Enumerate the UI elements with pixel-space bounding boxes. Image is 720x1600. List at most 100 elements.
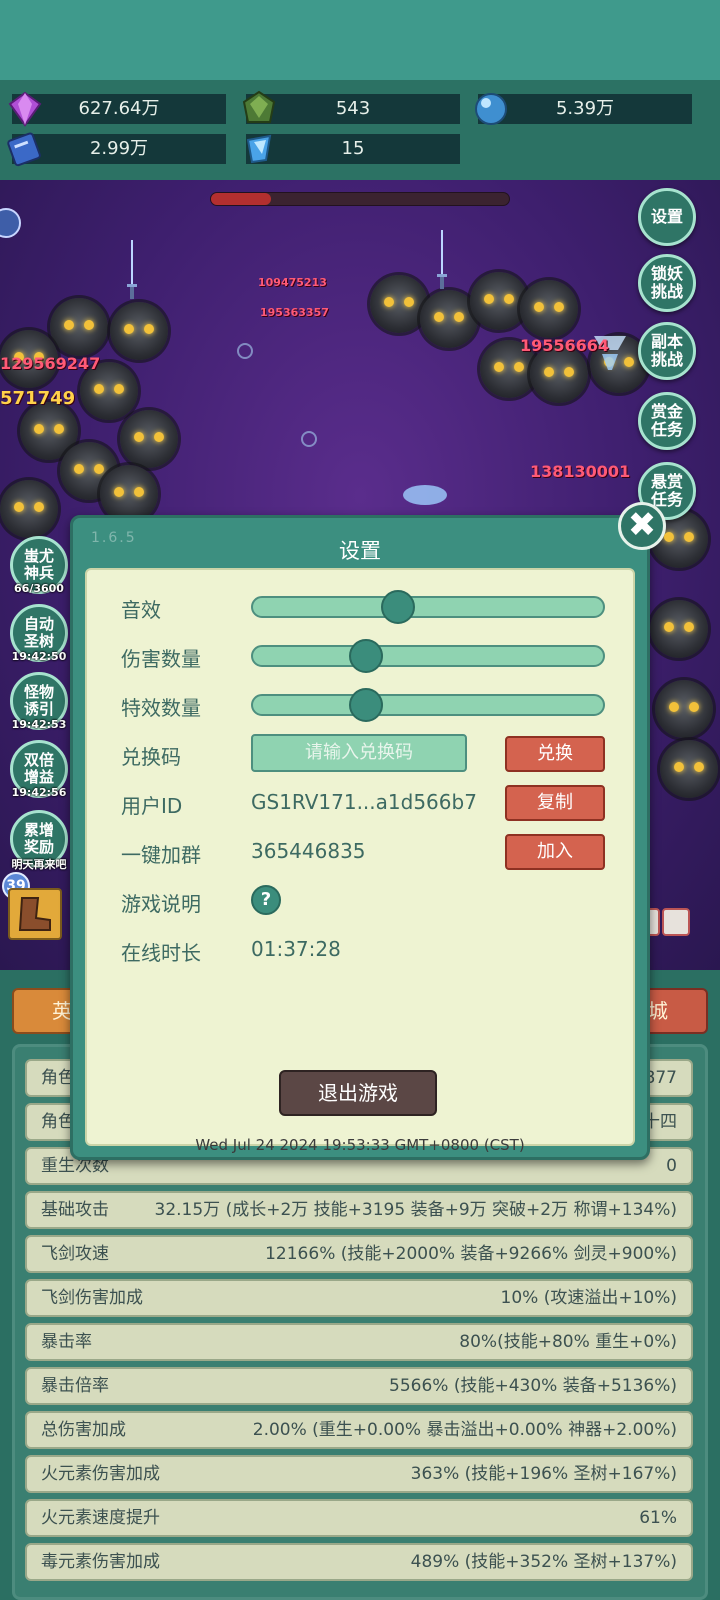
resource-book-value: 2.99万 bbox=[89, 138, 149, 159]
enemy[interactable] bbox=[370, 275, 428, 333]
demon-lock-challenge-label: 锁妖挑战 bbox=[651, 264, 684, 301]
resource-orb: 5.39万 bbox=[475, 93, 692, 125]
redeem-button[interactable]: 兑换 bbox=[505, 736, 605, 772]
stat-row: 飞剑攻速 12166% (技能+2000% 装备+9266% 剑灵+900%) bbox=[25, 1235, 693, 1273]
stat-row: 总伤害加成 2.00% (重生+0.00% 暴击溢出+0.00% 神器+2.00%… bbox=[25, 1411, 693, 1449]
double-buff-timer: 19:42:56 bbox=[11, 786, 67, 799]
stat-value: 32.15万 (成长+2万 技能+3195 装备+9万 突破+2万 称谓+134… bbox=[154, 1200, 677, 1220]
copy-button[interactable]: 复制 bbox=[505, 785, 605, 821]
equipped-weapon-slot[interactable] bbox=[8, 888, 62, 940]
enemy[interactable] bbox=[520, 280, 578, 338]
chiyou-weapon-progress: 66/3600 bbox=[14, 582, 64, 595]
stat-value: 2.00% (重生+0.00% 暴击溢出+0.00% 神器+2.00%) bbox=[252, 1420, 677, 1440]
stat-key: 基础攻击 bbox=[41, 1200, 109, 1220]
effect-count-slider[interactable] bbox=[251, 688, 605, 722]
stat-value: 80%(技能+80% 重生+0%) bbox=[459, 1332, 677, 1352]
reward-task-label: 悬赏任务 bbox=[651, 472, 684, 509]
skill-icon[interactable] bbox=[662, 908, 690, 936]
enemy[interactable] bbox=[120, 410, 178, 468]
dungeon-challenge-label: 副本挑战 bbox=[651, 332, 684, 369]
dungeon-challenge-button[interactable]: 副本挑战 bbox=[638, 322, 696, 380]
bubble-effect-icon bbox=[237, 343, 253, 359]
resource-shard-value: 15 bbox=[341, 138, 365, 159]
resource-orb-value: 5.39万 bbox=[555, 98, 615, 119]
damage-number: 129569247 bbox=[0, 354, 101, 373]
blue-book-icon bbox=[7, 132, 41, 167]
dialog-title: 设置 bbox=[339, 539, 381, 563]
close-button[interactable]: ✖ bbox=[618, 502, 666, 550]
boot-weapon-icon bbox=[18, 897, 51, 931]
join-button[interactable]: 加入 bbox=[505, 834, 605, 870]
online-time-label: 在线时长 bbox=[121, 941, 201, 965]
tornado-effect-icon bbox=[403, 485, 447, 505]
stat-row: 毒元素伤害加成 489% (技能+352% 圣树+137%) bbox=[25, 1543, 693, 1581]
cumulative-reward-label: 累增奖励 bbox=[23, 821, 54, 856]
user-id-value: GS1RV171...a1d566b7 bbox=[251, 790, 477, 814]
damage-count-slider[interactable] bbox=[251, 639, 605, 673]
settings-button-label: 设置 bbox=[650, 207, 683, 226]
sound-label: 音效 bbox=[121, 598, 161, 622]
stat-row: 火元素速度提升 61% bbox=[25, 1499, 693, 1537]
sound-slider-knob[interactable] bbox=[381, 590, 415, 624]
stat-row: 基础攻击 32.15万 (成长+2万 技能+3195 装备+9万 突破+2万 称谓… bbox=[25, 1191, 693, 1229]
enemy[interactable] bbox=[110, 302, 168, 360]
stat-key: 毒元素伤害加成 bbox=[41, 1552, 160, 1572]
monster-lure-label: 怪物诱引 bbox=[23, 683, 54, 718]
resource-crystal: 543 bbox=[242, 90, 460, 124]
effect-count-label: 特效数量 bbox=[121, 696, 201, 720]
bounty-task-label: 赏金任务 bbox=[651, 402, 684, 439]
stat-value: 489% (技能+352% 圣树+137%) bbox=[410, 1552, 677, 1572]
chiyou-weapon-label: 蚩尤神兵 bbox=[23, 547, 54, 582]
enemy[interactable] bbox=[470, 272, 528, 330]
damage-count-label: 伤害数量 bbox=[121, 647, 201, 671]
effect-count-slider-knob[interactable] bbox=[349, 688, 383, 722]
stat-value: 0 bbox=[666, 1156, 677, 1176]
resource-gems: 627.64万 bbox=[8, 91, 226, 127]
bubble-effect-icon bbox=[301, 431, 317, 447]
user-id-label: 用户ID bbox=[121, 794, 183, 818]
redeem-code-input[interactable]: 请输入兑换码 bbox=[251, 734, 467, 772]
resource-bar: 627.64万 543 5.39万 2.99万 15 bbox=[0, 80, 720, 180]
damage-number: 571749 bbox=[0, 388, 76, 409]
sound-slider[interactable] bbox=[251, 590, 605, 624]
boss-hp-fill bbox=[211, 193, 271, 205]
stat-row: 飞剑伤害加成 10% (攻速溢出+10%) bbox=[25, 1279, 693, 1317]
stat-value: 10% (攻速溢出+10%) bbox=[500, 1288, 677, 1308]
blue-orb-icon bbox=[475, 93, 507, 125]
damage-number: 109475213 bbox=[258, 276, 327, 289]
damage-count-slider-knob[interactable] bbox=[349, 639, 383, 673]
double-buff-label: 双倍增益 bbox=[23, 751, 54, 786]
enemy[interactable] bbox=[0, 480, 58, 538]
enemy[interactable] bbox=[650, 600, 708, 658]
enemy[interactable] bbox=[50, 298, 108, 356]
game-guide-label: 游戏说明 bbox=[121, 892, 201, 916]
stat-key: 飞剑攻速 bbox=[41, 1244, 109, 1264]
help-icon[interactable]: ? bbox=[251, 885, 281, 915]
green-crystal-icon bbox=[242, 90, 276, 123]
stat-row: 暴击倍率 5566% (技能+430% 装备+5136%) bbox=[25, 1367, 693, 1405]
settings-button[interactable]: 设置 bbox=[638, 188, 696, 246]
stat-key: 暴击倍率 bbox=[41, 1376, 109, 1396]
settings-dialog: 1.6.5 设置 ✖ 音效 伤害数量 特效数量 兑换码 请输入兑换码 兑换 用户… bbox=[70, 502, 666, 1160]
stat-key: 暴击率 bbox=[41, 1332, 92, 1352]
resource-gems-value: 627.64万 bbox=[78, 98, 160, 119]
enemy[interactable] bbox=[655, 680, 713, 738]
join-group-label: 一键加群 bbox=[121, 843, 201, 867]
group-number-value: 365446835 bbox=[251, 839, 366, 863]
quit-game-button[interactable]: 退出游戏 bbox=[279, 1070, 437, 1116]
stat-value: 5566% (技能+430% 装备+5136%) bbox=[389, 1376, 677, 1396]
enemy[interactable] bbox=[660, 740, 718, 798]
auto-holy-tree-timer: 19:42:50 bbox=[11, 650, 67, 663]
stat-value: 363% (技能+196% 圣树+167%) bbox=[410, 1464, 677, 1484]
auto-holy-tree-label: 自动圣树 bbox=[23, 615, 54, 650]
damage-number: 195363357 bbox=[260, 306, 329, 319]
stat-value: 12166% (技能+2000% 装备+9266% 剑灵+900%) bbox=[265, 1244, 677, 1264]
stat-row: 暴击率 80%(技能+80% 重生+0%) bbox=[25, 1323, 693, 1361]
stat-key: 飞剑伤害加成 bbox=[41, 1288, 143, 1308]
stat-row: 火元素伤害加成 363% (技能+196% 圣树+167%) bbox=[25, 1455, 693, 1493]
redeem-code-label: 兑换码 bbox=[121, 745, 181, 769]
system-timestamp: Wed Jul 24 2024 19:53:33 GMT+0800 (CST) bbox=[195, 1136, 525, 1154]
bounty-task-button[interactable]: 赏金任务 bbox=[638, 392, 696, 450]
resource-shard: 15 bbox=[246, 134, 460, 164]
demon-lock-challenge-button[interactable]: 锁妖挑战 bbox=[638, 254, 696, 312]
